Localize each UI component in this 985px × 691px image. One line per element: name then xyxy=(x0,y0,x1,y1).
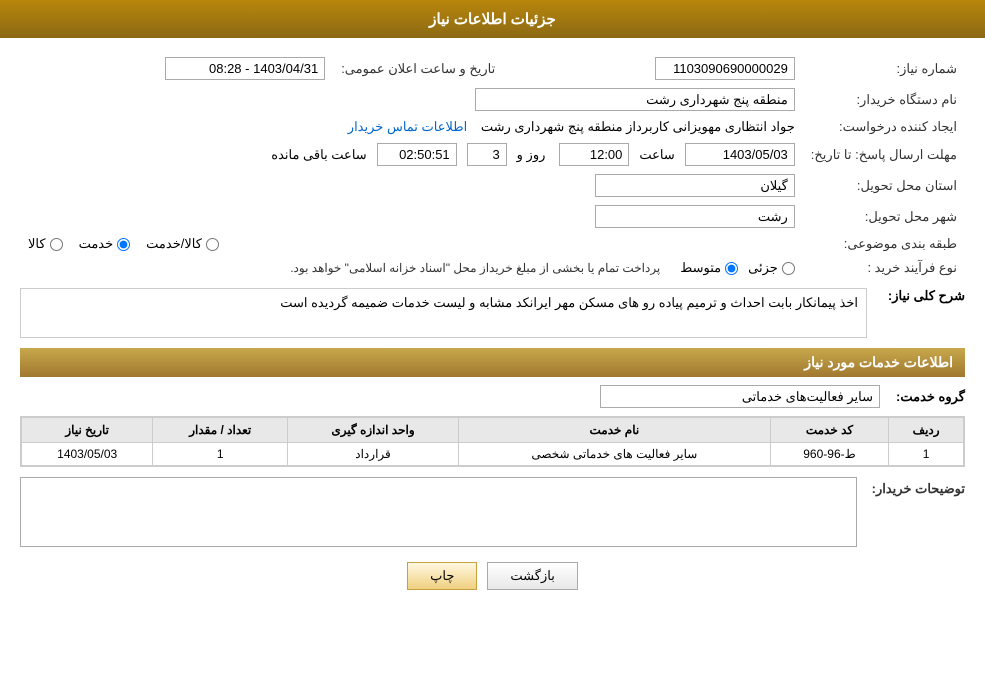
row-niyaz-number: شماره نیاز: تاریخ و ساعت اعلان عمومی: xyxy=(20,53,965,84)
content-area: شماره نیاز: تاریخ و ساعت اعلان عمومی: نا… xyxy=(0,38,985,620)
radio-jozvi[interactable] xyxy=(782,262,795,275)
tabaghebandi-radios: کالا خدمت کالا/خدمت xyxy=(20,232,803,256)
col-qty: تعداد / مقدار xyxy=(153,418,288,443)
cell-name: سایر فعالیت های خدماتی شخصی xyxy=(458,443,770,466)
description-label: توضیحات خریدار: xyxy=(865,477,965,497)
khadamat-header: اطلاعات خدمات مورد نیاز xyxy=(20,348,965,377)
row-process: نوع فرآیند خرید : جزئی متوسط پرداخت تمام… xyxy=(20,256,965,280)
page-title: جزئیات اطلاعات نیاز xyxy=(429,11,556,28)
row-dastgah: نام دستگاه خریدار: xyxy=(20,84,965,115)
buttons-row: بازگشت چاپ xyxy=(20,562,965,590)
date-input[interactable] xyxy=(165,57,325,80)
description-textarea[interactable] xyxy=(20,477,857,547)
row-shahr: شهر محل تحویل: xyxy=(20,201,965,232)
table-header-row: ردیف کد خدمت نام خدمت واحد اندازه گیری ت… xyxy=(22,418,964,443)
shahr-input[interactable] xyxy=(595,205,795,228)
date-value xyxy=(20,53,333,84)
table-row: 1 ط-96-960 سایر فعالیت های خدماتی شخصی ق… xyxy=(22,443,964,466)
mohlat-remaining-input[interactable] xyxy=(377,143,457,166)
radio-motavaset-text: متوسط xyxy=(680,260,721,276)
radio-kala-text: کالا xyxy=(28,236,46,252)
tabaghebandi-label: طبقه بندی موضوعی: xyxy=(803,232,965,256)
cell-radif: 1 xyxy=(889,443,964,466)
table-head: ردیف کد خدمت نام خدمت واحد اندازه گیری ت… xyxy=(22,418,964,443)
niyaz-number-input[interactable] xyxy=(655,57,795,80)
niyaz-number-label: شماره نیاز: xyxy=(803,53,965,84)
group-input[interactable] xyxy=(600,385,880,408)
row-creator: ایجاد کننده درخواست: جواد انتظاری مهویزا… xyxy=(20,115,965,139)
shahr-value xyxy=(20,201,803,232)
ostan-value xyxy=(20,170,803,201)
shahr-label: شهر محل تحویل: xyxy=(803,201,965,232)
mohlat-label: مهلت ارسال پاسخ: تا تاریخ: xyxy=(803,139,965,170)
print-button[interactable]: چاپ xyxy=(407,562,477,590)
sharh-row: شرح کلی نیاز: اخذ پیمانکار بابت احداث و … xyxy=(20,288,965,338)
table-body: 1 ط-96-960 سایر فعالیت های خدماتی شخصی ق… xyxy=(22,443,964,466)
row-ostan: استان محل تحویل: xyxy=(20,170,965,201)
cell-code: ط-96-960 xyxy=(770,443,888,466)
group-row: گروه خدمت: xyxy=(20,385,965,408)
page-wrapper: جزئیات اطلاعات نیاز شماره نیاز: تاریخ و … xyxy=(0,0,985,691)
cell-date: 1403/05/03 xyxy=(22,443,153,466)
radio-khadamat[interactable] xyxy=(117,238,130,251)
col-radif: ردیف xyxy=(889,418,964,443)
col-name: نام خدمت xyxy=(458,418,770,443)
row-tabaghebandi: طبقه بندی موضوعی: کالا خدمت xyxy=(20,232,965,256)
services-table-container: ردیف کد خدمت نام خدمت واحد اندازه گیری ت… xyxy=(20,416,965,467)
radio-khadamat-label[interactable]: خدمت xyxy=(79,236,131,252)
col-code: کد خدمت xyxy=(770,418,888,443)
col-date: تاریخ نیاز xyxy=(22,418,153,443)
ostan-label: استان محل تحویل: xyxy=(803,170,965,201)
mohlat-day-input[interactable] xyxy=(467,143,507,166)
radio-motavaset-label[interactable]: متوسط xyxy=(680,260,738,276)
mohlat-remaining-label: ساعت باقی مانده xyxy=(271,147,366,163)
ostan-input[interactable] xyxy=(595,174,795,197)
niyaz-number-value xyxy=(525,53,803,84)
process-area: جزئی متوسط پرداخت تمام یا بخشی از مبلغ خ… xyxy=(20,256,803,280)
row-mohlat: مهلت ارسال پاسخ: تا تاریخ: ساعت روز و سا… xyxy=(20,139,965,170)
radio-kk-label[interactable]: کالا/خدمت xyxy=(146,236,219,252)
date-label: تاریخ و ساعت اعلان عمومی: xyxy=(333,53,525,84)
cell-qty: 1 xyxy=(153,443,288,466)
mohlat-date-input[interactable] xyxy=(685,143,795,166)
radio-motavaset[interactable] xyxy=(725,262,738,275)
creator-value: جواد انتظاری مهویزانی کاربرداز منطقه پنج… xyxy=(481,119,795,134)
services-table: ردیف کد خدمت نام خدمت واحد اندازه گیری ت… xyxy=(21,417,964,466)
sharh-text: اخذ پیمانکار بابت احداث و ترمیم پیاده رو… xyxy=(280,295,858,310)
dastgah-input[interactable] xyxy=(475,88,795,111)
radio-jozvi-label[interactable]: جزئی xyxy=(748,260,795,276)
process-label: نوع فرآیند خرید : xyxy=(803,256,965,280)
radio-kk-text: کالا/خدمت xyxy=(146,236,202,252)
mohlat-area: ساعت روز و ساعت باقی مانده xyxy=(20,139,803,170)
process-note: پرداخت تمام یا بخشی از مبلغ خریداز محل "… xyxy=(290,261,660,275)
mohlat-time-input[interactable] xyxy=(559,143,629,166)
dastgah-value xyxy=(20,84,803,115)
creator-label: ایجاد کننده درخواست: xyxy=(803,115,965,139)
sharh-box: اخذ پیمانکار بابت احداث و ترمیم پیاده رو… xyxy=(20,288,867,338)
radio-kala-label[interactable]: کالا xyxy=(28,236,63,252)
creator-area: جواد انتظاری مهویزانی کاربرداز منطقه پنج… xyxy=(20,115,803,139)
creator-link[interactable]: اطلاعات تماس خریدار xyxy=(348,119,467,134)
radio-kk[interactable] xyxy=(206,238,219,251)
group-label: گروه خدمت: xyxy=(896,389,965,405)
page-header: جزئیات اطلاعات نیاز xyxy=(0,0,985,38)
radio-khadamat-text: خدمت xyxy=(79,236,114,252)
col-unit: واحد اندازه گیری xyxy=(288,418,459,443)
mohlat-day-label: روز و xyxy=(517,147,546,163)
sharh-label: شرح کلی نیاز: xyxy=(875,288,965,304)
radio-jozvi-text: جزئی xyxy=(748,260,778,276)
radio-kala[interactable] xyxy=(50,238,63,251)
main-info-table: شماره نیاز: تاریخ و ساعت اعلان عمومی: نا… xyxy=(20,53,965,280)
cell-unit: قرارداد xyxy=(288,443,459,466)
dastgah-label: نام دستگاه خریدار: xyxy=(803,84,965,115)
description-row: توضیحات خریدار: xyxy=(20,477,965,547)
back-button[interactable]: بازگشت xyxy=(487,562,577,590)
mohlat-time-label: ساعت xyxy=(639,147,674,163)
